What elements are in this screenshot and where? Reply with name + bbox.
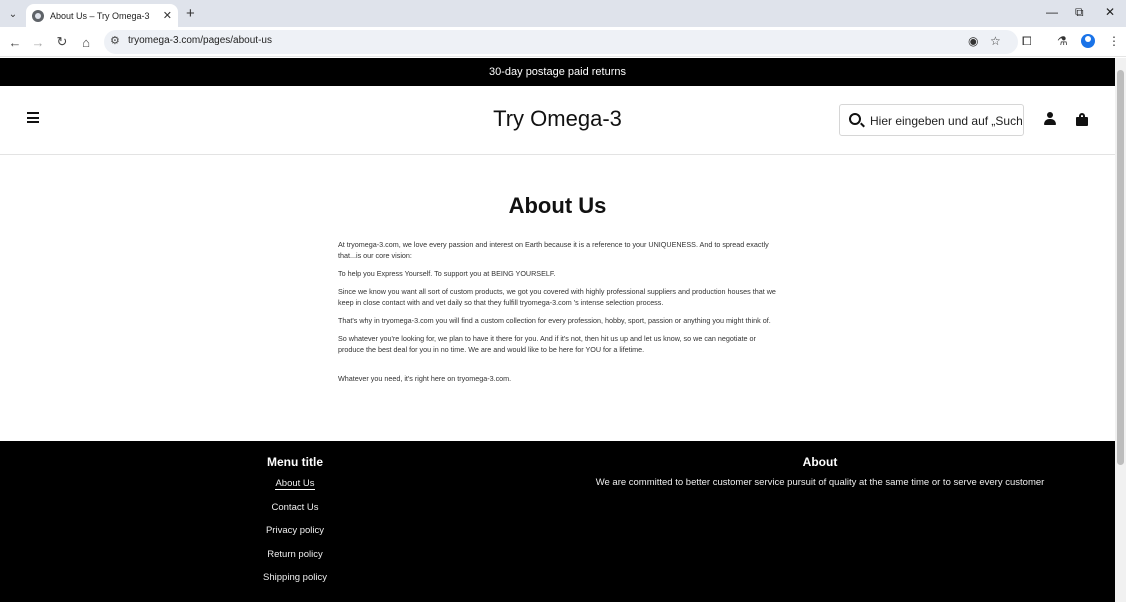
browser-toolbar: ← → ↻ ⌂ ⚙ tryomega-3.com/pages/about-us … bbox=[0, 27, 1126, 57]
address-bar[interactable]: ⚙ tryomega-3.com/pages/about-us ◉ ☆ bbox=[104, 30, 1018, 54]
shopping-bag-icon[interactable] bbox=[1076, 113, 1088, 126]
extensions-icon[interactable]: ⧠ bbox=[1022, 34, 1032, 49]
footer-about-title: About bbox=[802, 455, 838, 469]
restore-icon[interactable]: ⧉ bbox=[1075, 5, 1084, 20]
main-content: About Us At tryomega-3.com, we love ever… bbox=[0, 155, 1115, 441]
site-info-icon[interactable]: ⚙ bbox=[110, 34, 120, 47]
footer-link-contact-us[interactable]: Contact Us bbox=[215, 501, 375, 525]
footer-menu: Menu title About Us Contact Us Privacy p… bbox=[215, 455, 375, 595]
home-icon[interactable]: ⌂ bbox=[77, 33, 95, 51]
paragraph: Since we know you want all sort of custo… bbox=[338, 287, 776, 307]
bookmark-star-icon[interactable]: ☆ bbox=[990, 34, 1001, 48]
footer-link-privacy-policy[interactable]: Privacy policy bbox=[215, 524, 375, 548]
footer-link-about-us[interactable]: About Us bbox=[215, 477, 375, 501]
eye-off-icon[interactable]: ◉ bbox=[968, 34, 978, 48]
footer-link-return-policy[interactable]: Return policy bbox=[215, 548, 375, 572]
web-page: 30-day postage paid returns Try Omega-3 … bbox=[0, 58, 1115, 602]
account-icon[interactable] bbox=[1043, 112, 1057, 126]
browser-menu-icon[interactable]: ⋮ bbox=[1108, 34, 1120, 48]
paragraph: Whatever you need, it's right here on tr… bbox=[338, 374, 512, 383]
browser-tab-bar: ⌄ About Us – Try Omega-3 ✕ + — ⧉ ✕ bbox=[0, 0, 1126, 27]
scrollbar-thumb[interactable] bbox=[1117, 70, 1124, 465]
search-box[interactable] bbox=[839, 104, 1024, 136]
paragraph: So whatever you're looking for, we plan … bbox=[338, 334, 756, 354]
page-title: About Us bbox=[508, 193, 607, 218]
tab-title: About Us – Try Omega-3 bbox=[50, 10, 150, 21]
window-close-icon[interactable]: ✕ bbox=[1105, 5, 1115, 19]
profile-avatar-icon[interactable] bbox=[1081, 34, 1095, 48]
globe-icon bbox=[32, 9, 44, 22]
reload-icon[interactable]: ↻ bbox=[53, 33, 71, 51]
footer-link-shipping-policy[interactable]: Shipping policy bbox=[215, 571, 375, 595]
site-footer: Menu title About Us Contact Us Privacy p… bbox=[0, 441, 1115, 602]
footer-menu-title: Menu title bbox=[267, 455, 323, 469]
back-icon[interactable]: ← bbox=[6, 33, 24, 51]
tab-close-icon[interactable]: ✕ bbox=[163, 9, 172, 22]
labs-flask-icon[interactable]: ⚗ bbox=[1057, 34, 1068, 48]
paragraph: At tryomega-3.com, we love every passion… bbox=[338, 240, 769, 260]
footer-about: About We are committed to better custome… bbox=[570, 455, 1070, 488]
site-header: Try Omega-3 bbox=[0, 86, 1115, 155]
paragraph: That's why in tryomega-3.com you will fi… bbox=[338, 316, 771, 325]
browser-tab[interactable]: About Us – Try Omega-3 ✕ bbox=[26, 4, 178, 27]
footer-about-text: We are committed to better customer serv… bbox=[595, 477, 1045, 488]
search-icon[interactable] bbox=[849, 113, 861, 125]
about-content: At tryomega-3.com, we love every passion… bbox=[338, 239, 780, 391]
announcement-bar: 30-day postage paid returns bbox=[0, 58, 1115, 86]
new-tab-icon[interactable]: + bbox=[186, 5, 195, 22]
page-scrollbar[interactable] bbox=[1115, 58, 1126, 602]
forward-icon[interactable]: → bbox=[29, 33, 47, 51]
search-input[interactable] bbox=[870, 112, 1022, 130]
tab-search-chevron-icon[interactable]: ⌄ bbox=[4, 5, 22, 23]
paragraph: To help you Express Yourself. To support… bbox=[338, 269, 556, 278]
url-text[interactable]: tryomega-3.com/pages/about-us bbox=[128, 35, 272, 46]
minimize-icon[interactable]: — bbox=[1046, 5, 1058, 19]
